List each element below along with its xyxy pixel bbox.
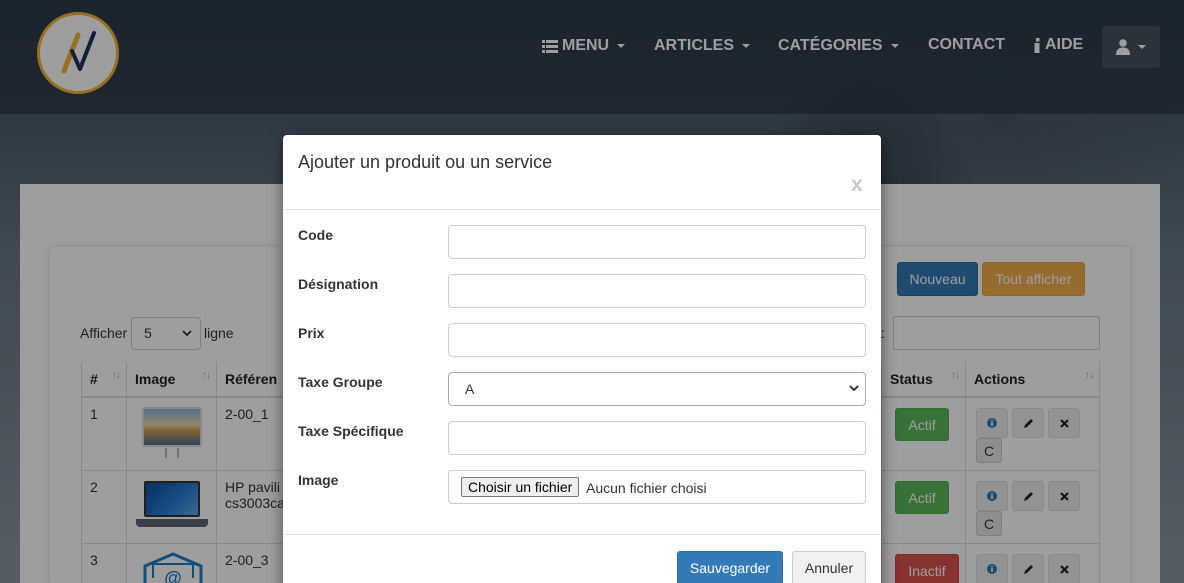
taxe-groupe-label: Taxe Groupe (298, 374, 383, 390)
modal-header: Ajouter un produit ou un service x (283, 135, 881, 210)
choose-file-button[interactable]: Choisir un fichier (461, 477, 580, 497)
prix-field[interactable] (448, 323, 866, 357)
add-product-modal: Ajouter un produit ou un service x Code … (283, 135, 881, 583)
chevron-down-icon (849, 385, 859, 392)
cancel-button[interactable]: Annuler (792, 551, 866, 583)
save-button[interactable]: Sauvegarder (677, 551, 783, 583)
image-file-input: Choisir un fichier Aucun fichier choisi (448, 470, 866, 504)
modal-title: Ajouter un produit ou un service (298, 152, 553, 172)
taxe-specifique-field[interactable] (448, 421, 866, 455)
code-field[interactable] (448, 225, 866, 259)
designation-field[interactable] (448, 274, 866, 308)
taxe-groupe-value: A (465, 381, 475, 397)
taxe-specifique-label: Taxe Spécifique (298, 423, 404, 439)
code-label: Code (298, 227, 333, 243)
taxe-groupe-select[interactable]: A (448, 372, 866, 406)
prix-label: Prix (298, 325, 325, 341)
image-label: Image (298, 472, 339, 488)
close-button[interactable]: x (851, 173, 863, 197)
designation-label: Désignation (298, 276, 379, 292)
file-status-text: Aucun fichier choisi (586, 480, 707, 496)
modal-footer: Sauvegarder Annuler (283, 534, 881, 583)
